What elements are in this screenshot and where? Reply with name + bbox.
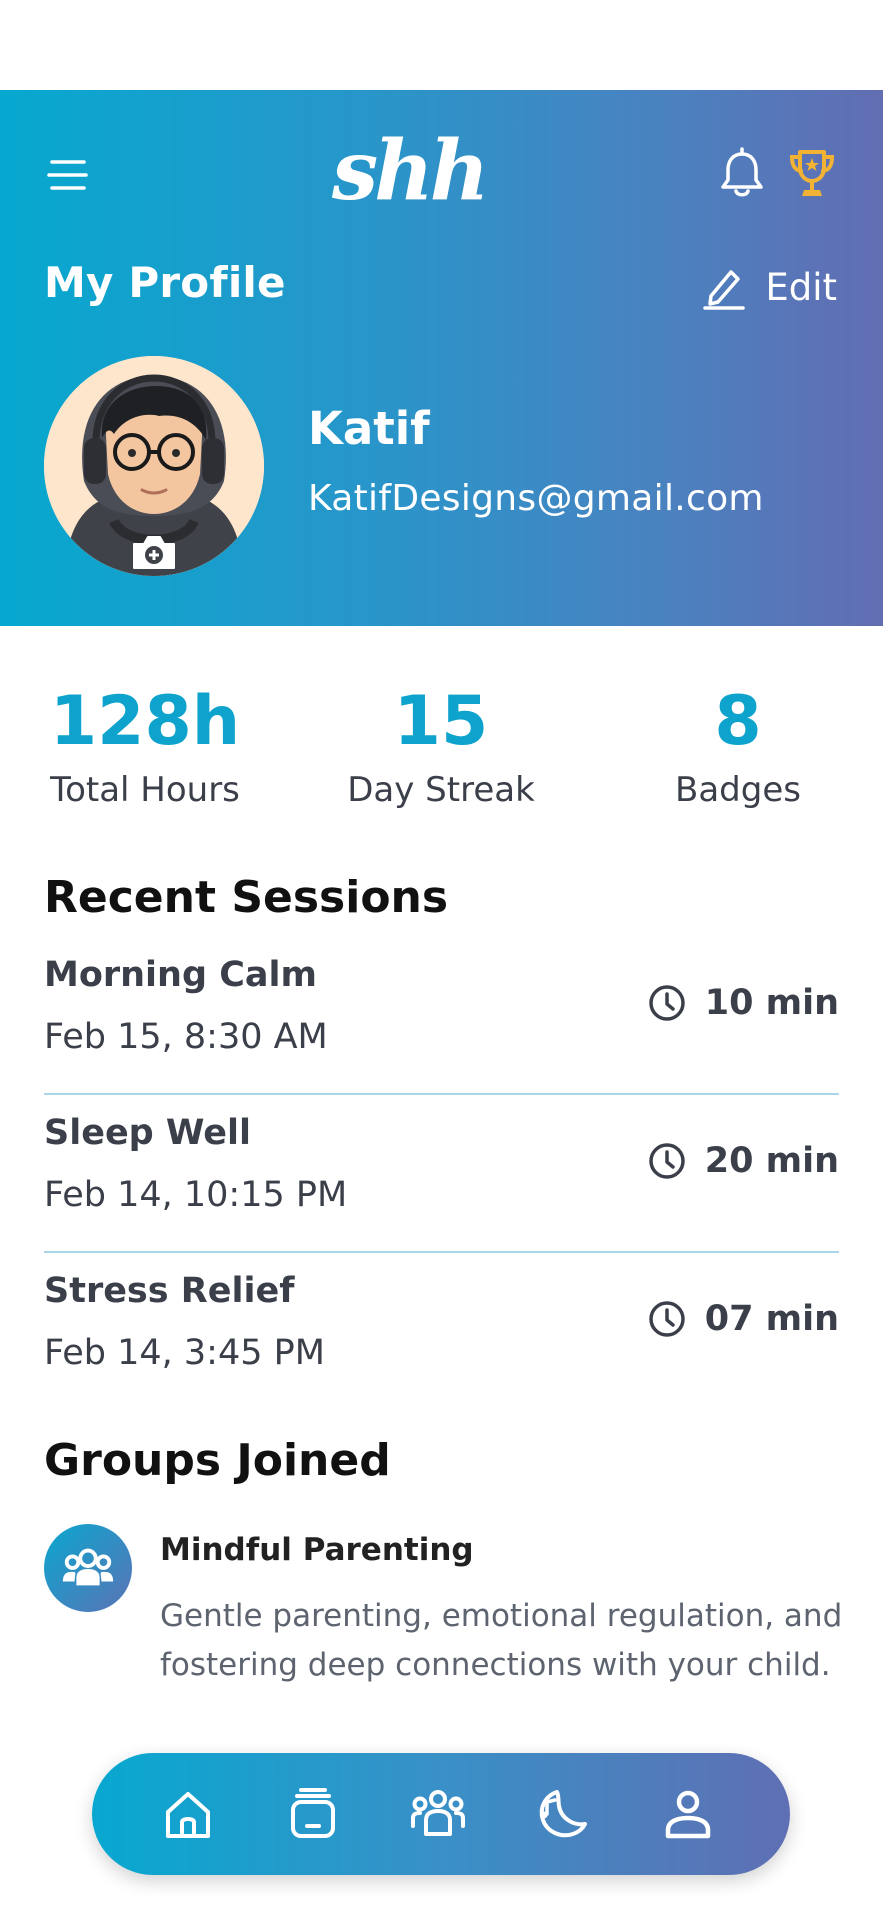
clock-icon [648, 1143, 685, 1179]
duration-text: 10 min [704, 983, 839, 1023]
duration-text: 20 min [704, 1141, 839, 1181]
svg-text:shh.: shh. [331, 125, 488, 215]
session-date: Feb 15, 8:30 AM [44, 1017, 328, 1057]
edit-label: Edit [765, 265, 837, 309]
recent-sessions-title: Recent Sessions [44, 872, 449, 923]
menu-icon[interactable] [44, 150, 94, 200]
stat-label: Total Hours [50, 770, 240, 810]
session-name: Stress Relief [44, 1271, 295, 1311]
pencil-icon [703, 270, 746, 310]
stat-day-streak: 15 Day Streak [330, 680, 552, 810]
notification-bell-icon[interactable] [716, 146, 768, 202]
session-name: Sleep Well [44, 1113, 252, 1153]
nav-profile[interactable] [658, 1784, 718, 1844]
nav-home[interactable] [158, 1784, 218, 1844]
stat-value: 128h [49, 682, 241, 761]
duration-text: 07 min [704, 1299, 839, 1339]
group-icon [44, 1524, 132, 1612]
session-row-sleep-well[interactable]: Sleep Well Feb 14, 10:15 PM 20 min [44, 1093, 839, 1253]
page-title: My Profile [44, 258, 286, 307]
stat-value: 8 [714, 682, 762, 761]
profile-icon [665, 1790, 711, 1839]
session-duration: 07 min [647, 1299, 839, 1339]
stat-badges: 8 Badges [638, 680, 838, 810]
session-duration: 10 min [647, 983, 839, 1023]
nav-library[interactable] [283, 1784, 343, 1844]
library-icon [291, 1788, 335, 1838]
avatar-container [44, 356, 264, 576]
stat-label: Day Streak [347, 770, 535, 810]
session-row-morning-calm[interactable]: Morning Calm Feb 15, 8:30 AM 10 min [44, 935, 839, 1095]
sleep-music-icon [539, 1790, 587, 1838]
profile-email: KatifDesigns@gmail.com [308, 478, 764, 519]
edit-profile-button[interactable]: Edit [701, 260, 837, 314]
profile-header: shh. My Profile Edit [0, 90, 883, 626]
group-description: Gentle parenting, emotional regulation, … [160, 1598, 843, 1683]
change-photo-camera-icon[interactable] [130, 532, 178, 572]
group-item-mindful-parenting[interactable]: Mindful Parenting Gentle parenting, emot… [44, 1520, 844, 1690]
group-name: Mindful Parenting [160, 1532, 474, 1568]
bottom-navigation-bar [92, 1753, 790, 1875]
nav-community[interactable] [408, 1784, 468, 1844]
session-duration: 20 min [647, 1141, 839, 1181]
stat-total-hours: 128h Total Hours [30, 680, 260, 810]
nav-sleep[interactable] [533, 1784, 593, 1844]
stat-label: Badges [675, 770, 801, 810]
session-date: Feb 14, 10:15 PM [44, 1175, 348, 1215]
status-bar-area [0, 0, 883, 90]
clock-icon [648, 1301, 685, 1337]
groups-joined-title: Groups Joined [44, 1435, 391, 1486]
profile-name: Katif [308, 402, 430, 455]
trophy-icon[interactable] [786, 146, 838, 202]
community-icon [411, 1790, 465, 1836]
app-logo: shh. [328, 123, 514, 219]
session-name: Morning Calm [44, 955, 317, 995]
session-date: Feb 14, 3:45 PM [44, 1333, 325, 1373]
home-icon [166, 1792, 210, 1838]
session-row-stress-relief[interactable]: Stress Relief Feb 14, 3:45 PM 07 min [44, 1251, 839, 1409]
clock-icon [648, 985, 685, 1021]
stat-value: 15 [393, 682, 489, 761]
